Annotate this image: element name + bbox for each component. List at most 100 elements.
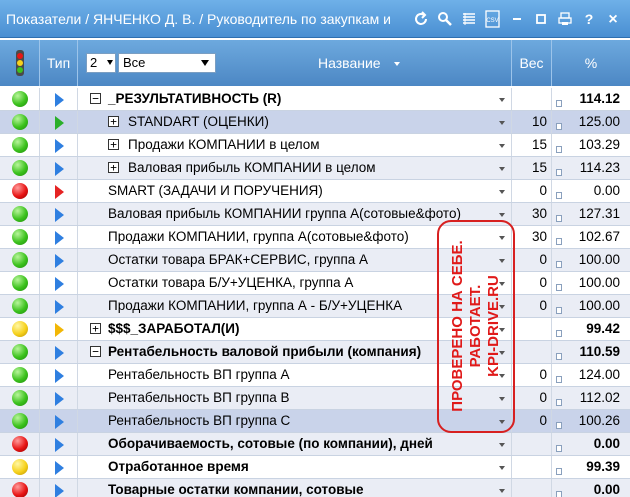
percent-column-header[interactable]: % (552, 40, 630, 86)
list-icon[interactable] (458, 8, 480, 30)
table-row[interactable]: Оборачиваемость, сотовые (по компании), … (0, 433, 630, 456)
document-icon[interactable] (556, 422, 562, 429)
name-cell[interactable]: + STANDART (ОЦЕНКИ) (78, 111, 512, 133)
table-row[interactable]: − Рентабельность валовой прибыли (компани… (0, 341, 630, 364)
table-row[interactable]: Остатки товара Б/У+УЦЕНКА, группа А 0 100.… (0, 272, 630, 295)
name-cell[interactable]: + Валовая прибыль КОМПАНИИ в целом (78, 157, 512, 179)
play-triangle-icon[interactable] (55, 93, 64, 107)
expand-icon[interactable]: + (108, 162, 119, 173)
help-icon[interactable]: ? (578, 8, 600, 30)
document-icon[interactable] (556, 169, 562, 176)
document-icon[interactable] (556, 284, 562, 291)
document-icon[interactable] (556, 215, 562, 222)
play-triangle-icon[interactable] (55, 254, 64, 268)
play-triangle-icon[interactable] (55, 369, 64, 383)
name-cell[interactable]: SMART (ЗАДАЧИ И ПОРУЧЕНИЯ) (78, 180, 512, 202)
name-column-label[interactable]: Название (318, 55, 381, 71)
table-row[interactable]: Остатки товара БРАК+СЕРВИС, группа А 0 100… (0, 249, 630, 272)
chevron-down-icon[interactable] (499, 466, 505, 470)
expand-icon[interactable]: + (108, 139, 119, 150)
sort-arrow-icon[interactable] (394, 62, 400, 66)
chevron-down-icon[interactable] (499, 190, 505, 194)
document-icon[interactable] (556, 238, 562, 245)
chevron-down-icon[interactable] (499, 489, 505, 493)
name-cell[interactable]: − _РЕЗУЛЬТАТИВНОСТЬ (R) (78, 88, 512, 110)
weight-column-header[interactable]: Вес (512, 40, 552, 86)
document-icon[interactable] (556, 100, 562, 107)
play-triangle-icon[interactable] (55, 346, 64, 360)
red-status-icon (12, 183, 28, 199)
table-row[interactable]: + Валовая прибыль КОМПАНИИ в целом 15 114.2… (0, 157, 630, 180)
search-icon[interactable] (434, 8, 456, 30)
table-row[interactable]: + $$$_ЗАРАБОТАЛ(И) 99.42 (0, 318, 630, 341)
percent-value: 127.31 (578, 206, 620, 221)
play-triangle-icon[interactable] (55, 438, 64, 452)
table-row[interactable]: + STANDART (ОЦЕНКИ) 10 125.00 (0, 111, 630, 134)
csv-icon[interactable]: CSV (482, 8, 504, 30)
play-triangle-icon[interactable] (55, 162, 64, 176)
close-icon[interactable]: × (602, 8, 624, 30)
document-icon[interactable] (556, 146, 562, 153)
play-triangle-icon[interactable] (55, 461, 64, 475)
play-triangle-icon[interactable] (55, 139, 64, 153)
table-row[interactable]: Валовая прибыль КОМПАНИИ группа А(сотовы… (0, 203, 630, 226)
table-row[interactable]: Рентабельность ВП группа А 0 124.00 (0, 364, 630, 387)
document-icon[interactable] (556, 491, 562, 497)
minimize-icon[interactable] (506, 8, 528, 30)
play-triangle-icon[interactable] (55, 231, 64, 245)
document-icon[interactable] (556, 445, 562, 452)
percent-cell: 112.02 (552, 387, 630, 409)
document-icon[interactable] (556, 353, 562, 360)
expand-icon[interactable]: + (108, 116, 119, 127)
print-icon[interactable] (554, 8, 576, 30)
table-row[interactable]: Отработанное время 99.39 (0, 456, 630, 479)
expand-icon[interactable]: + (90, 323, 101, 334)
chevron-down-icon[interactable] (499, 213, 505, 217)
name-cell[interactable]: Товарные остатки компании, сотовые (78, 479, 512, 497)
play-triangle-icon[interactable] (55, 277, 64, 291)
refresh-icon[interactable] (410, 8, 432, 30)
collapse-icon[interactable]: − (90, 346, 101, 357)
chevron-down-icon[interactable] (499, 98, 505, 102)
table-row[interactable]: − _РЕЗУЛЬТАТИВНОСТЬ (R) 114.12 (0, 88, 630, 111)
document-icon[interactable] (556, 123, 562, 130)
table-row[interactable]: Рентабельность ВП группа В 0 112.02 (0, 387, 630, 410)
document-icon[interactable] (556, 376, 562, 383)
table-row[interactable]: Рентабельность ВП группа С 0 100.26 (0, 410, 630, 433)
filter-select[interactable]: Все (118, 53, 216, 73)
collapse-icon[interactable]: − (90, 93, 101, 104)
chevron-down-icon[interactable] (499, 144, 505, 148)
play-triangle-icon[interactable] (55, 185, 64, 199)
document-icon[interactable] (556, 330, 562, 337)
play-triangle-icon[interactable] (55, 208, 64, 222)
name-cell[interactable]: Отработанное время (78, 456, 512, 478)
document-icon[interactable] (556, 468, 562, 475)
play-triangle-icon[interactable] (55, 392, 64, 406)
document-icon[interactable] (556, 261, 562, 268)
kpi-name: Валовая прибыль КОМПАНИИ в целом (128, 160, 376, 175)
chevron-down-icon[interactable] (499, 121, 505, 125)
percent-value: 100.00 (578, 252, 620, 267)
table-row[interactable]: Продажи КОМПАНИИ, группа А - Б/У+УЦЕНКА 0… (0, 295, 630, 318)
table-row[interactable]: + Продажи КОМПАНИИ в целом 15 103.29 (0, 134, 630, 157)
kpi-name: Оборачиваемость, сотовые (по компании), … (108, 436, 433, 451)
level-select[interactable]: 2 (86, 53, 116, 73)
type-column-header[interactable]: Тип (40, 40, 78, 86)
play-triangle-icon[interactable] (55, 484, 64, 497)
table-row[interactable]: Продажи КОМПАНИИ, группа А(сотовые&фото)… (0, 226, 630, 249)
play-triangle-icon[interactable] (55, 323, 64, 337)
document-icon[interactable] (556, 307, 562, 314)
play-triangle-icon[interactable] (55, 116, 64, 130)
chevron-down-icon[interactable] (499, 167, 505, 171)
play-triangle-icon[interactable] (55, 300, 64, 314)
maximize-icon[interactable] (530, 8, 552, 30)
name-cell[interactable]: + Продажи КОМПАНИИ в целом (78, 134, 512, 156)
document-icon[interactable] (556, 192, 562, 199)
table-row[interactable]: SMART (ЗАДАЧИ И ПОРУЧЕНИЯ) 0 0.00 (0, 180, 630, 203)
name-cell[interactable]: Оборачиваемость, сотовые (по компании), … (78, 433, 512, 455)
document-icon[interactable] (556, 399, 562, 406)
chevron-down-icon[interactable] (499, 443, 505, 447)
play-triangle-icon[interactable] (55, 415, 64, 429)
table-row[interactable]: Товарные остатки компании, сотовые 0.00 (0, 479, 630, 497)
status-column-header[interactable] (0, 40, 40, 86)
